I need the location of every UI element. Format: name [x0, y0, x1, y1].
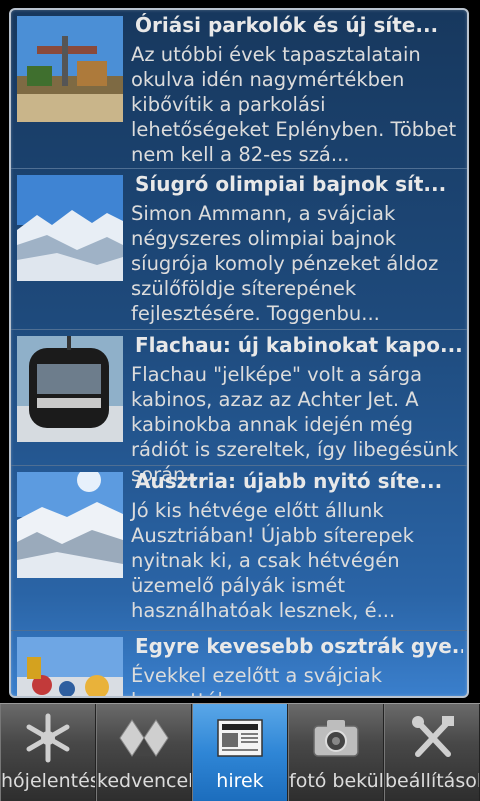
news-item[interactable]: Ausztria: újabb nyitó síte... Jó kis hét… — [11, 466, 467, 631]
news-panel: Óriási parkolók és új síte... Az utóbbi … — [9, 8, 469, 698]
tab-favorites[interactable]: kedvencek — [96, 704, 192, 801]
news-title: Flachau: új kabinokat kapo... — [135, 333, 463, 357]
tab-label: fotó beküldés — [289, 770, 384, 792]
news-text: Az utóbbi évek tapasztalatain okulva idé… — [131, 43, 457, 166]
bottom-tab-bar: hójelentés kedvencek hirek fotó bekül be… — [0, 703, 480, 801]
news-title: Síugró olimpiai bajnok sít... — [135, 172, 447, 196]
news-text: Jó kis hétvége előtt állunk Ausztriában!… — [131, 499, 414, 622]
news-thumbnail — [17, 472, 123, 578]
news-item[interactable]: Egyre kevesebb osztrák gye... Évekkel ez… — [11, 631, 467, 696]
news-title: Óriási parkolók és új síte... — [135, 13, 439, 37]
favorites-icon — [119, 719, 169, 757]
tab-news[interactable]: hirek — [192, 704, 288, 801]
tab-label: hirek — [216, 770, 264, 792]
tools-icon — [412, 716, 454, 757]
news-title: Ausztria: újabb nyitó síte... — [135, 469, 443, 493]
news-list: Óriási parkolók és új síte... Az utóbbi … — [11, 10, 467, 696]
camera-icon — [313, 720, 359, 757]
tab-settings[interactable]: beállítások — [384, 704, 480, 801]
news-item[interactable]: Óriási parkolók és új síte... Az utóbbi … — [11, 10, 467, 169]
news-item[interactable]: Flachau: új kabinokat kapo... Flachau "j… — [11, 330, 467, 486]
news-title: Egyre kevesebb osztrák gye... — [135, 634, 463, 658]
tab-label: kedvencek — [97, 770, 192, 792]
snowflake-icon — [26, 713, 70, 763]
tab-snow-report[interactable]: hójelentés — [0, 704, 96, 801]
tab-label: hójelentés — [1, 770, 96, 792]
news-text: Simon Ammann, a svájciak négyszeres olim… — [131, 202, 439, 325]
newspaper-icon — [217, 719, 263, 757]
tab-label: beállítások — [385, 770, 480, 792]
news-thumbnail — [17, 175, 123, 281]
news-thumbnail — [17, 16, 123, 122]
news-thumbnail — [17, 336, 123, 442]
news-text: Évekkel ezelőtt a svájciak kongatták — [131, 664, 383, 696]
news-item[interactable]: Síugró olimpiai bajnok sít... Simon Amma… — [11, 169, 467, 330]
tab-photo-upload[interactable]: fotó beküldés — [288, 704, 384, 801]
news-thumbnail — [17, 637, 123, 696]
